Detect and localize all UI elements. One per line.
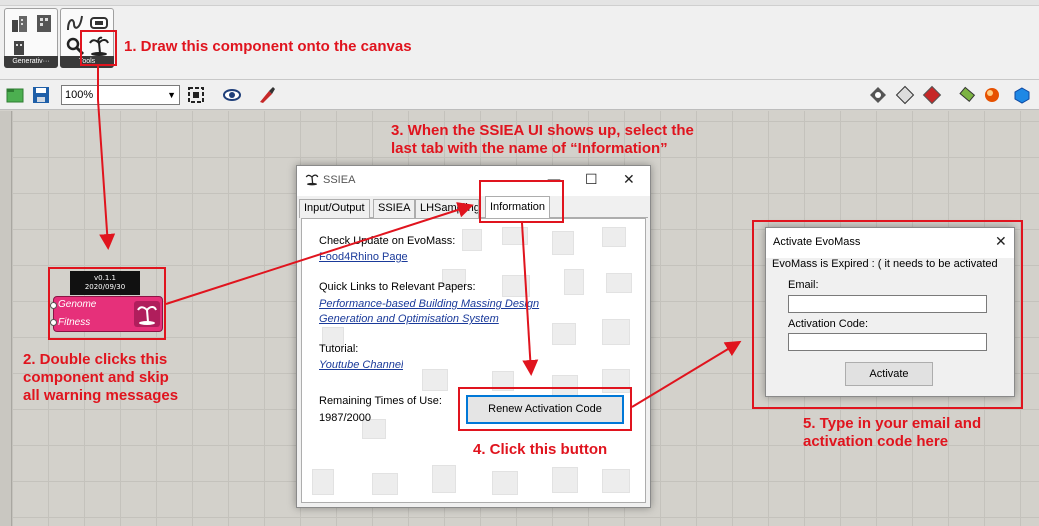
chevron-down-icon: ▼: [167, 90, 176, 100]
tab-lhsampling[interactable]: LHSampling: [415, 199, 479, 218]
tutorial-label: Tutorial:: [319, 343, 359, 355]
decor-block: [564, 269, 584, 295]
canvas-left-edge: [0, 111, 12, 526]
canvas-toolbar: 100% ▼: [0, 80, 1039, 110]
sketch-brush-icon[interactable]: [257, 85, 277, 105]
highlight-ribbon-icon: [80, 30, 117, 66]
food4rhino-link[interactable]: Food4Rhino Page: [319, 251, 408, 263]
ribbon-panel-generative[interactable]: Generativ···: [4, 8, 58, 68]
tab-input-output[interactable]: Input/Output: [299, 199, 370, 218]
step2-line: all warning messages: [23, 387, 179, 404]
step2-line: 2. Double clicks this: [23, 351, 168, 368]
zoom-extents-icon[interactable]: [186, 85, 206, 105]
decor-block: [606, 273, 632, 293]
ribbon-top-strip: [0, 0, 1039, 6]
remaining-value: 1987/2000: [319, 412, 371, 424]
paper-link-line1[interactable]: Performance-based Building Massing Desig…: [319, 298, 539, 310]
open-file-icon[interactable]: [5, 85, 25, 105]
highlight-information-tab: [479, 180, 564, 223]
decor-block: [552, 231, 574, 255]
step3-note: 3. When the SSIEA UI shows up, select th…: [391, 122, 694, 158]
decor-block: [602, 469, 630, 493]
preview-shaded-icon[interactable]: [895, 85, 915, 105]
eye-preview-icon[interactable]: [222, 85, 242, 105]
decor-block: [502, 275, 530, 297]
maximize-icon[interactable]: ☐: [585, 172, 598, 188]
material-sphere-icon[interactable]: [982, 85, 1002, 105]
decor-block: [422, 369, 448, 391]
decor-block: [552, 467, 578, 493]
preview-selected-icon[interactable]: [922, 85, 942, 105]
decor-block: [602, 227, 626, 247]
ssiea-window-title: SSIEA: [323, 174, 356, 186]
tab-ssiea[interactable]: SSIEA: [373, 199, 416, 218]
building-tower-icon[interactable]: [33, 12, 55, 34]
decor-block: [312, 469, 334, 495]
step1-note: 1. Draw this component onto the canvas: [124, 38, 412, 55]
mesh-settings-icon[interactable]: [958, 85, 978, 105]
step2-line: component and skip: [23, 369, 169, 386]
youtube-link[interactable]: Youtube Channel: [319, 359, 403, 371]
highlight-component: [48, 267, 166, 340]
step5-line: activation code here: [803, 433, 949, 450]
decor-block: [462, 229, 482, 251]
information-pane: Check Update on EvoMass: Food4Rhino Page…: [301, 218, 646, 503]
save-file-icon[interactable]: [31, 85, 51, 105]
decor-block: [432, 465, 456, 493]
quick-links-label: Quick Links to Relevant Papers:: [319, 281, 476, 293]
remaining-label: Remaining Times of Use:: [319, 395, 442, 407]
close-icon[interactable]: ✕: [623, 172, 635, 188]
highlight-renew-button: [458, 387, 632, 431]
decor-block: [372, 473, 398, 495]
step4-note: 4. Click this button: [473, 441, 608, 458]
palm-island-icon: [305, 172, 319, 186]
paper-link-line2[interactable]: Generation and Optimisation System: [319, 313, 499, 325]
step5-note: 5. Type in your email and activation cod…: [803, 415, 981, 451]
ribbon-panel-caption: Generativ···: [4, 56, 58, 68]
step3-line: 3. When the SSIEA UI shows up, select th…: [391, 122, 694, 139]
step2-note: 2. Double clicks this component and skip…: [23, 351, 178, 405]
display-mode-icon[interactable]: [1012, 85, 1032, 105]
zoom-value: 100%: [65, 89, 94, 101]
ssiea-tab-strip: Input/Output SSIEA LHSampling Informatio…: [299, 196, 648, 219]
highlight-activate-window: [752, 220, 1023, 409]
decor-block: [502, 227, 528, 245]
decor-block: [602, 319, 630, 345]
check-update-label: Check Update on EvoMass:: [319, 235, 456, 247]
zoom-select[interactable]: 100% ▼: [61, 85, 180, 105]
decor-block: [552, 323, 576, 345]
building-mass-icon[interactable]: [9, 12, 31, 34]
ssiea-title-bar: SSIEA — ☐ ✕: [297, 166, 650, 196]
building-block-icon[interactable]: [9, 35, 31, 57]
preview-wire-icon[interactable]: [868, 85, 888, 105]
decor-block: [492, 471, 518, 495]
step3-line: last tab with the name of “Information”: [391, 140, 668, 157]
step5-line: 5. Type in your email and: [803, 415, 982, 432]
